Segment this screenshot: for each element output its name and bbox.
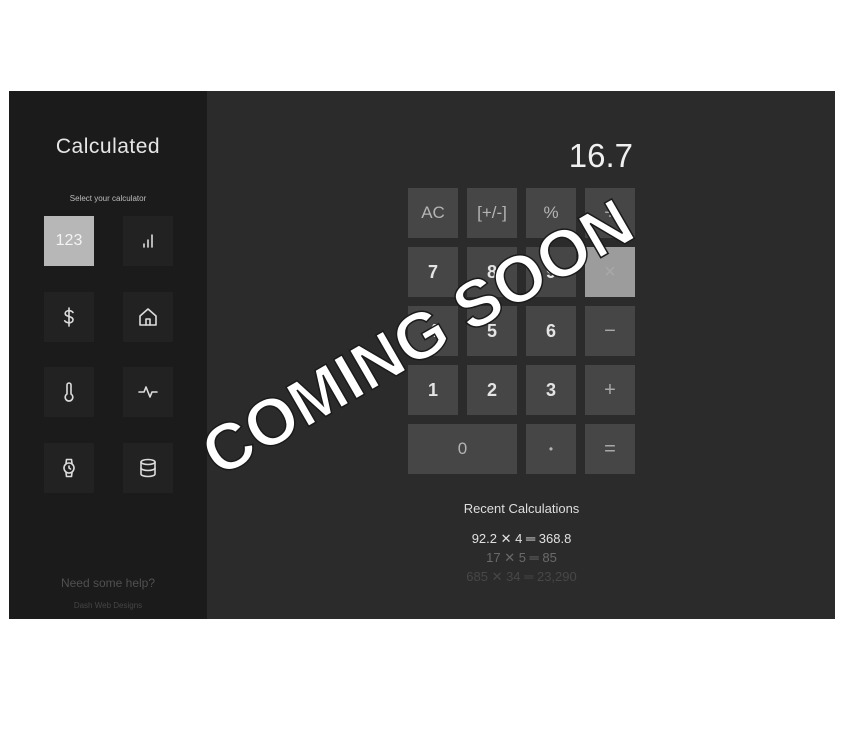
divide-key[interactable]: ÷: [585, 188, 635, 238]
recent-calculations-title: Recent Calculations: [463, 501, 580, 516]
watch-icon: [63, 458, 75, 478]
credit-text: Dash Web Designs: [73, 601, 143, 610]
percent-key[interactable]: %: [526, 188, 576, 238]
pulse-icon: [138, 386, 158, 398]
decimal-key[interactable]: •: [526, 424, 576, 474]
digit-6-key[interactable]: 6: [526, 306, 576, 356]
ac-key[interactable]: AC: [408, 188, 458, 238]
digit-4-key[interactable]: 4: [408, 306, 458, 356]
app-title: Calculated: [55, 135, 161, 158]
digit-3-key[interactable]: 3: [526, 365, 576, 415]
calculator-health-button[interactable]: [123, 367, 173, 417]
bar-chart-icon: [143, 234, 153, 248]
recent-calculation-item: 685 ✕ 34 ═ 23,290: [466, 569, 577, 584]
plus-key[interactable]: +: [585, 365, 635, 415]
calculator-temperature-button[interactable]: [44, 367, 94, 417]
thermometer-icon: [64, 382, 74, 402]
calculator-data-button[interactable]: [123, 443, 173, 493]
home-icon: [139, 308, 157, 326]
calculator-currency-button[interactable]: [44, 292, 94, 342]
digit-2-key[interactable]: 2: [467, 365, 517, 415]
numeric-calculator-label: 123: [55, 232, 83, 249]
multiply-key[interactable]: ×: [585, 247, 635, 297]
digit-8-key[interactable]: 8: [467, 247, 517, 297]
equals-key[interactable]: =: [585, 424, 635, 474]
calculator-stats-button[interactable]: [123, 216, 173, 266]
digit-7-key[interactable]: 7: [408, 247, 458, 297]
sidebar: Calculated Select your calculator 123 Ne…: [9, 91, 207, 619]
recent-calculation-item: 92.2 ✕ 4 ═ 368.8: [471, 531, 572, 546]
calculator-app: Calculated Select your calculator 123 Ne…: [9, 91, 835, 619]
digit-0-key[interactable]: 0: [408, 424, 517, 474]
calculator-display: 16.7: [568, 137, 633, 174]
calculator-mortgage-button[interactable]: [123, 292, 173, 342]
minus-key[interactable]: −: [585, 306, 635, 356]
select-calculator-label: Select your calculator: [69, 194, 147, 203]
database-icon: [140, 458, 156, 478]
recent-calculation-item: 17 ✕ 5 ═ 85: [486, 550, 557, 565]
digit-9-key[interactable]: 9: [526, 247, 576, 297]
calculator-numeric-button[interactable]: 123: [44, 216, 94, 266]
help-link[interactable]: Need some help?: [9, 576, 207, 590]
digit-5-key[interactable]: 5: [467, 306, 517, 356]
digit-1-key[interactable]: 1: [408, 365, 458, 415]
dollar-icon: [63, 307, 74, 327]
sign-toggle-key[interactable]: [+/-]: [467, 188, 517, 238]
calculator-time-button[interactable]: [44, 443, 94, 493]
